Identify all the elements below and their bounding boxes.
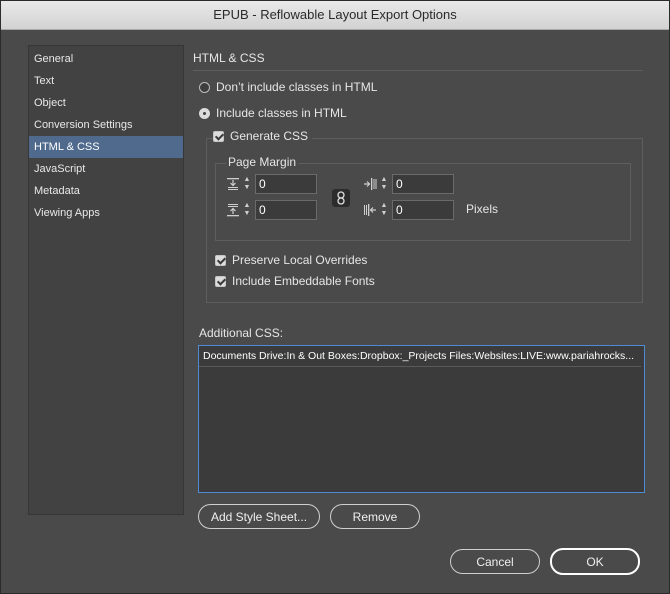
margin-bottom-row: ▲ ▼ 0 [226, 200, 317, 220]
sidebar-item-html-css[interactable]: HTML & CSS [29, 136, 183, 158]
margin-right-row: ▲ ▼ 0 [363, 200, 454, 220]
margin-top-stepper[interactable]: ▲ ▼ [242, 175, 252, 193]
generate-css-checkbox-row[interactable]: Generate CSS [213, 129, 313, 143]
radio-include-classes-label: Include classes in HTML [216, 106, 347, 120]
section-divider [193, 70, 643, 71]
sidebar-item-javascript[interactable]: JavaScript [29, 158, 183, 180]
generate-css-checkbox[interactable] [213, 130, 224, 142]
additional-css-list[interactable]: Documents Drive:In & Out Boxes:Dropbox:_… [198, 345, 645, 493]
margin-bottom-stepper[interactable]: ▲ ▼ [242, 201, 252, 219]
chain-icon [337, 191, 345, 205]
sidebar-item-text[interactable]: Text [29, 70, 183, 92]
radio-dont-include-classes-label: Don’t include classes in HTML [216, 80, 378, 94]
window-title: EPUB - Reflowable Layout Export Options [1, 1, 669, 30]
include-fonts-checkbox[interactable] [215, 275, 226, 287]
margin-left-stepper[interactable]: ▲ ▼ [379, 175, 389, 193]
margin-top-input[interactable]: 0 [255, 174, 317, 194]
sidebar-item-conversion-settings[interactable]: Conversion Settings [29, 114, 183, 136]
sidebar-item-object[interactable]: Object [29, 92, 183, 114]
margin-left-icon [364, 178, 377, 190]
margin-top-icon [227, 178, 239, 190]
additional-css-label: Additional CSS: [199, 326, 284, 340]
margin-left-row: ▲ ▼ 0 [363, 174, 454, 194]
sidebar: General Text Object Conversion Settings … [28, 45, 184, 515]
radio-include-classes[interactable]: Include classes in HTML [199, 106, 347, 120]
include-fonts-label: Include Embeddable Fonts [232, 274, 375, 288]
margin-bottom-input[interactable]: 0 [255, 200, 317, 220]
pixels-unit-label: Pixels [466, 202, 499, 216]
radio-button-on[interactable] [199, 107, 210, 119]
margin-top-row: ▲ ▼ 0 [226, 174, 317, 194]
section-title: HTML & CSS [193, 51, 265, 65]
margin-right-stepper[interactable]: ▲ ▼ [379, 201, 389, 219]
radio-dont-include-classes[interactable]: Don’t include classes in HTML [199, 80, 377, 94]
margin-left-input[interactable]: 0 [392, 174, 454, 194]
export-options-dialog: EPUB - Reflowable Layout Export Options … [0, 0, 670, 594]
cancel-button[interactable]: Cancel [450, 549, 540, 574]
margin-bottom-icon [227, 204, 239, 217]
sidebar-item-general[interactable]: General [29, 48, 183, 70]
link-margins-chain-icon[interactable] [332, 189, 350, 207]
margin-right-icon [364, 204, 376, 216]
ok-button[interactable]: OK [550, 548, 640, 575]
margin-right-input[interactable]: 0 [392, 200, 454, 220]
include-fonts-row[interactable]: Include Embeddable Fonts [215, 274, 375, 288]
preserve-overrides-label: Preserve Local Overrides [232, 253, 368, 267]
preserve-overrides-checkbox[interactable] [215, 254, 226, 266]
page-margin-label: Page Margin [226, 155, 299, 169]
sidebar-item-viewing-apps[interactable]: Viewing Apps [29, 202, 183, 224]
list-item[interactable]: Documents Drive:In & Out Boxes:Dropbox:_… [199, 346, 641, 367]
generate-css-label: Generate CSS [230, 129, 309, 143]
remove-button[interactable]: Remove [330, 504, 420, 529]
preserve-overrides-row[interactable]: Preserve Local Overrides [215, 253, 367, 267]
radio-button-off[interactable] [199, 81, 210, 93]
add-style-sheet-button[interactable]: Add Style Sheet... [198, 504, 320, 529]
sidebar-item-metadata[interactable]: Metadata [29, 180, 183, 202]
